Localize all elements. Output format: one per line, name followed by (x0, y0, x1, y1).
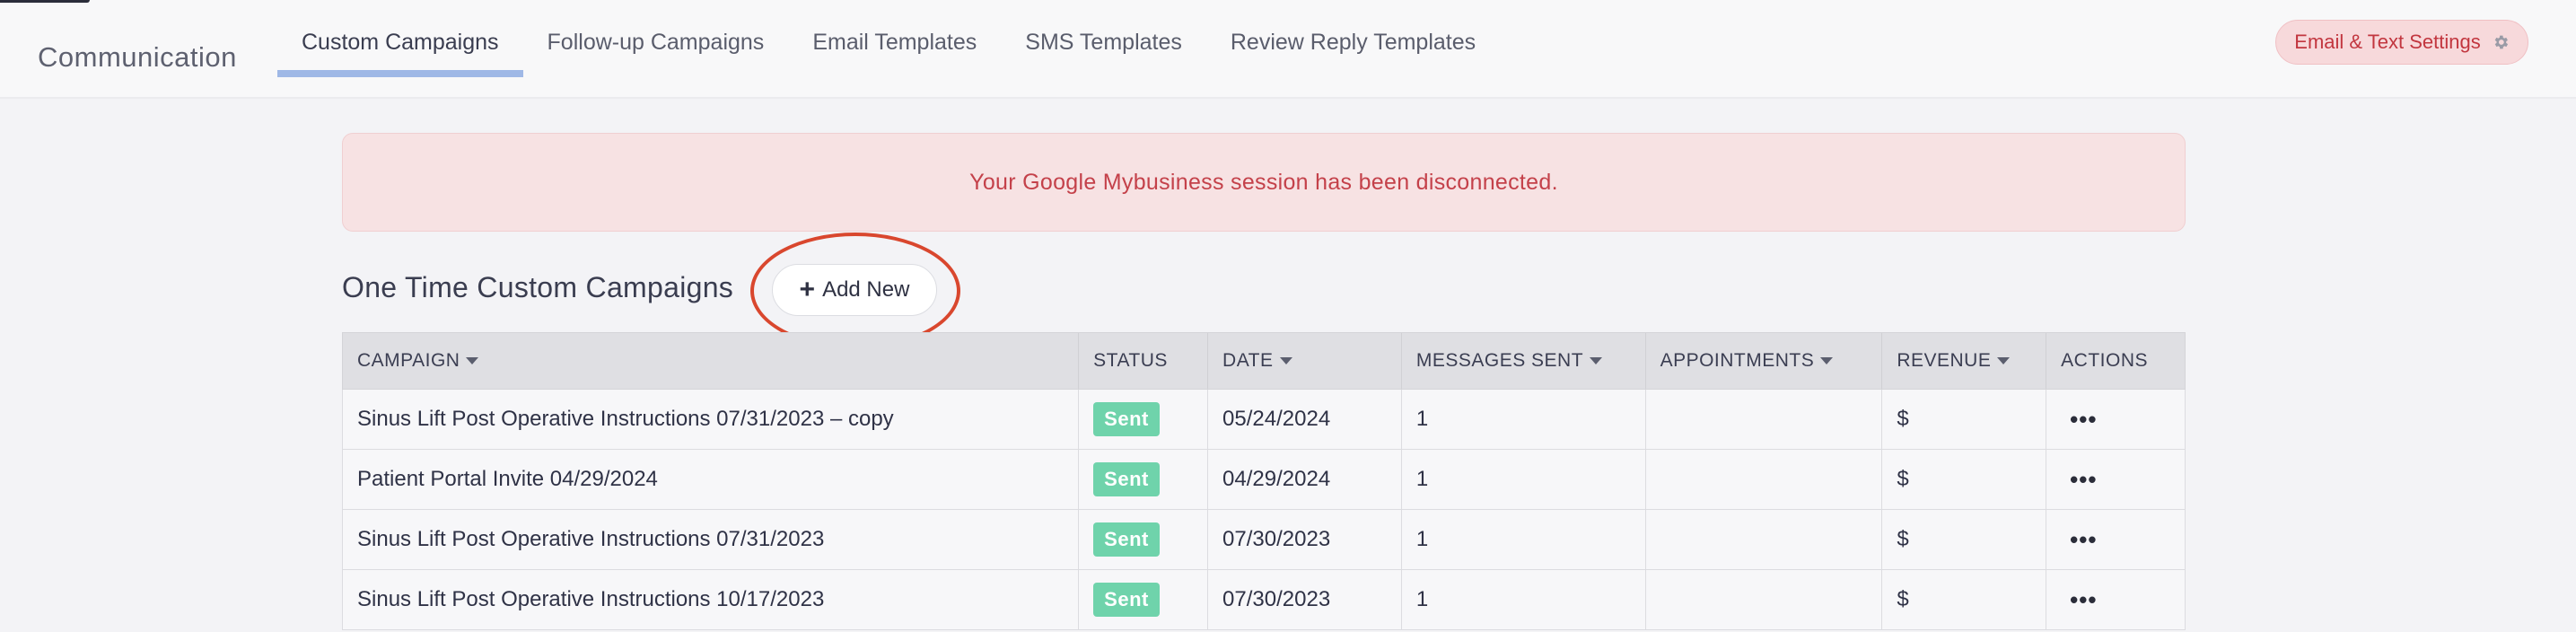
sort-caret-icon (1279, 357, 1292, 364)
tab-custom-campaigns[interactable]: Custom Campaigns (277, 0, 523, 99)
status-badge: Sent (1093, 402, 1160, 436)
tab-bar: Custom Campaigns Follow-up Campaigns Ema… (277, 0, 1524, 99)
actions-cell: ••• (2046, 510, 2185, 569)
column-header-messages-sent[interactable]: MESSAGES SENT (1402, 333, 1646, 389)
column-header-label: APPOINTMENTS (1660, 350, 1815, 371)
gear-icon (2494, 35, 2508, 49)
table-header: CAMPAIGN STATUS DATE MESSAGES SENT APPOI… (342, 332, 2186, 390)
column-header-label: ACTIONS (2061, 350, 2148, 371)
date-cell: 04/29/2024 (1208, 450, 1402, 509)
table-row[interactable]: Patient Portal Invite 04/29/2024 Sent 04… (342, 450, 2186, 510)
column-header-appointments[interactable]: APPOINTMENTS (1646, 333, 1883, 389)
column-header-label: STATUS (1093, 350, 1168, 371)
messages-sent-cell: 1 (1402, 510, 1646, 569)
corner-mark (0, 0, 90, 3)
campaign-name[interactable]: Sinus Lift Post Operative Instructions 0… (343, 510, 1080, 569)
alert-message: Your Google Mybusiness session has been … (969, 169, 1558, 195)
table-row[interactable]: Sinus Lift Post Operative Instructions 0… (342, 510, 2186, 570)
column-header-status: STATUS (1079, 333, 1209, 389)
status-cell: Sent (1079, 510, 1209, 569)
date-cell: 05/24/2024 (1208, 390, 1402, 449)
column-header-label: CAMPAIGN (357, 350, 460, 371)
campaign-name[interactable]: Sinus Lift Post Operative Instructions 1… (343, 570, 1080, 629)
appointments-cell (1646, 510, 1883, 569)
table-row[interactable]: Sinus Lift Post Operative Instructions 1… (342, 570, 2186, 630)
actions-cell: ••• (2046, 570, 2185, 629)
actions-cell: ••• (2046, 390, 2185, 449)
date-cell: 07/30/2023 (1208, 510, 1402, 569)
tab-sms-templates[interactable]: SMS Templates (1025, 0, 1182, 99)
tab-email-templates[interactable]: Email Templates (812, 0, 977, 99)
date-cell: 07/30/2023 (1208, 570, 1402, 629)
messages-sent-cell: 1 (1402, 570, 1646, 629)
tab-review-reply-templates[interactable]: Review Reply Templates (1231, 0, 1476, 99)
revenue-cell: $ (1882, 510, 2047, 569)
settings-label: Email & Text Settings (2294, 31, 2481, 53)
status-cell: Sent (1079, 390, 1209, 449)
revenue-cell: $ (1882, 570, 2047, 629)
revenue-cell: $ (1882, 390, 2047, 449)
status-badge: Sent (1093, 462, 1160, 496)
table-row[interactable]: Sinus Lift Post Operative Instructions 0… (342, 390, 2186, 450)
sort-caret-icon (1590, 357, 1603, 364)
sort-caret-icon (1820, 357, 1834, 364)
messages-sent-cell: 1 (1402, 390, 1646, 449)
column-header-label: REVENUE (1897, 350, 1992, 371)
email-text-settings-button[interactable]: Email & Text Settings (2275, 20, 2528, 65)
appointments-cell (1646, 390, 1883, 449)
more-actions-icon[interactable]: ••• (2061, 528, 2097, 551)
more-actions-icon[interactable]: ••• (2061, 468, 2097, 491)
status-cell: Sent (1079, 570, 1209, 629)
disconnected-alert: Your Google Mybusiness session has been … (342, 133, 2186, 232)
more-actions-icon[interactable]: ••• (2061, 408, 2097, 431)
appointments-cell (1646, 450, 1883, 509)
sort-caret-icon (466, 357, 479, 364)
status-badge: Sent (1093, 522, 1160, 557)
add-new-button[interactable]: + Add New (772, 264, 937, 316)
messages-sent-cell: 1 (1402, 450, 1646, 509)
campaign-name[interactable]: Patient Portal Invite 04/29/2024 (343, 450, 1080, 509)
add-new-label: Add New (822, 277, 910, 302)
column-header-campaign[interactable]: CAMPAIGN (343, 333, 1080, 389)
page-title: Communication (38, 41, 237, 73)
status-badge: Sent (1093, 583, 1160, 617)
actions-cell: ••• (2046, 450, 2185, 509)
campaign-name[interactable]: Sinus Lift Post Operative Instructions 0… (343, 390, 1080, 449)
top-navigation-bar: Communication Custom Campaigns Follow-up… (0, 0, 2576, 99)
plus-icon: + (799, 275, 816, 304)
column-header-label: MESSAGES SENT (1415, 350, 1584, 371)
column-header-label: DATE (1222, 350, 1274, 371)
revenue-cell: $ (1882, 450, 2047, 509)
column-header-date[interactable]: DATE (1208, 333, 1402, 389)
tab-follow-up-campaigns[interactable]: Follow-up Campaigns (548, 0, 765, 99)
appointments-cell (1646, 570, 1883, 629)
column-header-actions: ACTIONS (2046, 333, 2185, 389)
more-actions-icon[interactable]: ••• (2061, 588, 2097, 611)
column-header-revenue[interactable]: REVENUE (1882, 333, 2047, 389)
sort-caret-icon (1997, 357, 2011, 364)
section-title: One Time Custom Campaigns (342, 271, 734, 303)
campaigns-table: CAMPAIGN STATUS DATE MESSAGES SENT APPOI… (342, 332, 2186, 630)
status-cell: Sent (1079, 450, 1209, 509)
